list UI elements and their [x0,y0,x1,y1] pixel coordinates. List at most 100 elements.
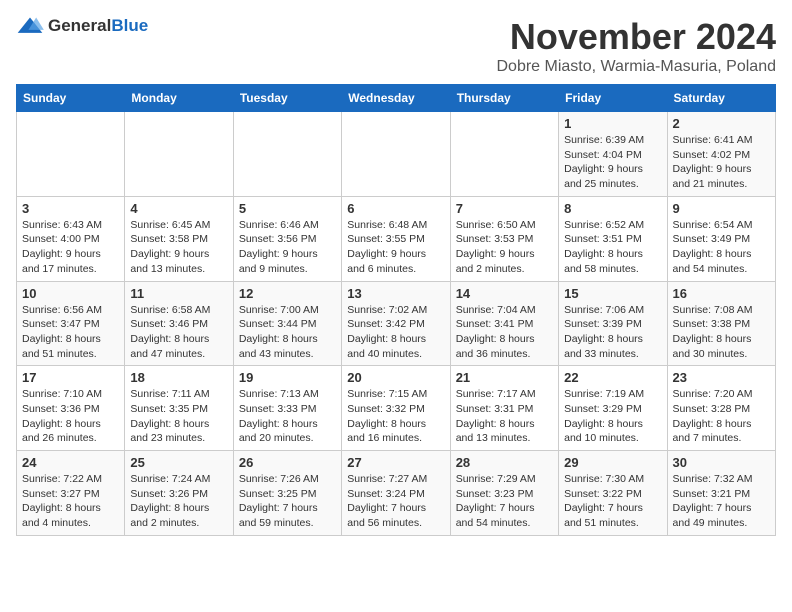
day-cell: 18 Sunrise: 7:11 AM Sunset: 3:35 PM Dayli… [125,366,233,451]
day-info: Sunrise: 6:46 AM Sunset: 3:56 PM Dayligh… [239,218,336,277]
day-info: Sunrise: 6:58 AM Sunset: 3:46 PM Dayligh… [130,303,227,362]
day-info: Sunrise: 7:22 AM Sunset: 3:27 PM Dayligh… [22,472,119,531]
header-cell-thursday: Thursday [450,85,558,112]
day-info: Sunrise: 6:52 AM Sunset: 3:51 PM Dayligh… [564,218,661,277]
day-cell: 5Sunrise: 6:46 AM Sunset: 3:56 PM Daylig… [233,196,341,281]
day-number: 21 [456,370,553,385]
day-info: Sunrise: 6:45 AM Sunset: 3:58 PM Dayligh… [130,218,227,277]
header-cell-saturday: Saturday [667,85,775,112]
day-cell: 14 Sunrise: 7:04 AM Sunset: 3:41 PM Dayli… [450,281,558,366]
day-number: 16 [673,286,770,301]
day-cell: 2Sunrise: 6:41 AM Sunset: 4:02 PM Daylig… [667,112,775,197]
day-number: 15 [564,286,661,301]
day-info: Sunrise: 7:00 AM Sunset: 3:44 PM Dayligh… [239,303,336,362]
day-cell [125,112,233,197]
day-number: 18 [130,370,227,385]
day-cell: 29 Sunrise: 7:30 AM Sunset: 3:22 PM Dayli… [559,451,667,536]
day-info: Sunrise: 7:26 AM Sunset: 3:25 PM Dayligh… [239,472,336,531]
header-area: GeneralBlue November 2024 Dobre Miasto, … [16,16,776,76]
calendar-header: SundayMondayTuesdayWednesdayThursdayFrid… [17,85,776,112]
day-cell: 26 Sunrise: 7:26 AM Sunset: 3:25 PM Dayli… [233,451,341,536]
day-number: 8 [564,201,661,216]
day-number: 19 [239,370,336,385]
day-cell: 27 Sunrise: 7:27 AM Sunset: 3:24 PM Dayli… [342,451,450,536]
day-cell: 11 Sunrise: 6:58 AM Sunset: 3:46 PM Dayli… [125,281,233,366]
calendar-table: SundayMondayTuesdayWednesdayThursdayFrid… [16,84,776,536]
day-number: 26 [239,455,336,470]
day-number: 12 [239,286,336,301]
day-cell: 30 Sunrise: 7:32 AM Sunset: 3:21 PM Dayli… [667,451,775,536]
day-cell: 6 Sunrise: 6:48 AM Sunset: 3:55 PM Daylig… [342,196,450,281]
day-info: Sunrise: 7:27 AM Sunset: 3:24 PM Dayligh… [347,472,444,531]
day-number: 29 [564,455,661,470]
header-cell-sunday: Sunday [17,85,125,112]
day-info: Sunrise: 6:39 AM Sunset: 4:04 PM Dayligh… [564,133,661,192]
day-cell [450,112,558,197]
day-info: Sunrise: 7:02 AM Sunset: 3:42 PM Dayligh… [347,303,444,362]
day-cell: 21 Sunrise: 7:17 AM Sunset: 3:31 PM Dayli… [450,366,558,451]
day-number: 11 [130,286,227,301]
day-info: Sunrise: 7:32 AM Sunset: 3:21 PM Dayligh… [673,472,770,531]
week-row-1: 3 Sunrise: 6:43 AM Sunset: 4:00 PM Daylig… [17,196,776,281]
day-cell: 8 Sunrise: 6:52 AM Sunset: 3:51 PM Daylig… [559,196,667,281]
day-cell: 17Sunrise: 7:10 AM Sunset: 3:36 PM Dayli… [17,366,125,451]
day-info: Sunrise: 7:11 AM Sunset: 3:35 PM Dayligh… [130,387,227,446]
day-info: Sunrise: 7:10 AM Sunset: 3:36 PM Dayligh… [22,387,119,446]
day-cell: 13Sunrise: 7:02 AM Sunset: 3:42 PM Dayli… [342,281,450,366]
week-row-0: 1Sunrise: 6:39 AM Sunset: 4:04 PM Daylig… [17,112,776,197]
header-cell-tuesday: Tuesday [233,85,341,112]
day-info: Sunrise: 6:43 AM Sunset: 4:00 PM Dayligh… [22,218,119,277]
day-number: 30 [673,455,770,470]
day-cell: 20 Sunrise: 7:15 AM Sunset: 3:32 PM Dayli… [342,366,450,451]
day-cell: 9Sunrise: 6:54 AM Sunset: 3:49 PM Daylig… [667,196,775,281]
location-title: Dobre Miasto, Warmia-Masuria, Poland [497,58,777,76]
logo-general: General [48,16,111,35]
logo: GeneralBlue [16,16,148,36]
day-number: 14 [456,286,553,301]
day-cell [342,112,450,197]
day-number: 22 [564,370,661,385]
day-number: 27 [347,455,444,470]
day-number: 9 [673,201,770,216]
header-cell-monday: Monday [125,85,233,112]
day-info: Sunrise: 7:15 AM Sunset: 3:32 PM Dayligh… [347,387,444,446]
day-info: Sunrise: 7:04 AM Sunset: 3:41 PM Dayligh… [456,303,553,362]
day-cell: 24 Sunrise: 7:22 AM Sunset: 3:27 PM Dayli… [17,451,125,536]
title-area: November 2024 Dobre Miasto, Warmia-Masur… [497,16,777,76]
day-info: Sunrise: 7:30 AM Sunset: 3:22 PM Dayligh… [564,472,661,531]
day-cell: 22 Sunrise: 7:19 AM Sunset: 3:29 PM Dayli… [559,366,667,451]
header-cell-wednesday: Wednesday [342,85,450,112]
day-info: Sunrise: 7:08 AM Sunset: 3:38 PM Dayligh… [673,303,770,362]
week-row-2: 10Sunrise: 6:56 AM Sunset: 3:47 PM Dayli… [17,281,776,366]
header-row: SundayMondayTuesdayWednesdayThursdayFrid… [17,85,776,112]
logo-icon [16,16,44,36]
day-number: 20 [347,370,444,385]
day-number: 4 [130,201,227,216]
day-cell [17,112,125,197]
day-number: 24 [22,455,119,470]
day-cell: 23Sunrise: 7:20 AM Sunset: 3:28 PM Dayli… [667,366,775,451]
day-info: Sunrise: 7:06 AM Sunset: 3:39 PM Dayligh… [564,303,661,362]
day-number: 28 [456,455,553,470]
header-cell-friday: Friday [559,85,667,112]
day-cell: 10Sunrise: 6:56 AM Sunset: 3:47 PM Dayli… [17,281,125,366]
day-info: Sunrise: 7:17 AM Sunset: 3:31 PM Dayligh… [456,387,553,446]
day-info: Sunrise: 7:19 AM Sunset: 3:29 PM Dayligh… [564,387,661,446]
calendar-body: 1Sunrise: 6:39 AM Sunset: 4:04 PM Daylig… [17,112,776,536]
day-info: Sunrise: 6:41 AM Sunset: 4:02 PM Dayligh… [673,133,770,192]
day-cell: 7Sunrise: 6:50 AM Sunset: 3:53 PM Daylig… [450,196,558,281]
day-info: Sunrise: 7:13 AM Sunset: 3:33 PM Dayligh… [239,387,336,446]
day-number: 3 [22,201,119,216]
day-number: 25 [130,455,227,470]
day-info: Sunrise: 6:56 AM Sunset: 3:47 PM Dayligh… [22,303,119,362]
day-info: Sunrise: 6:48 AM Sunset: 3:55 PM Dayligh… [347,218,444,277]
day-info: Sunrise: 6:50 AM Sunset: 3:53 PM Dayligh… [456,218,553,277]
month-title: November 2024 [497,16,777,58]
day-number: 23 [673,370,770,385]
day-cell: 25Sunrise: 7:24 AM Sunset: 3:26 PM Dayli… [125,451,233,536]
day-cell: 1Sunrise: 6:39 AM Sunset: 4:04 PM Daylig… [559,112,667,197]
day-cell: 3 Sunrise: 6:43 AM Sunset: 4:00 PM Daylig… [17,196,125,281]
day-number: 6 [347,201,444,216]
day-cell [233,112,341,197]
day-cell: 28Sunrise: 7:29 AM Sunset: 3:23 PM Dayli… [450,451,558,536]
